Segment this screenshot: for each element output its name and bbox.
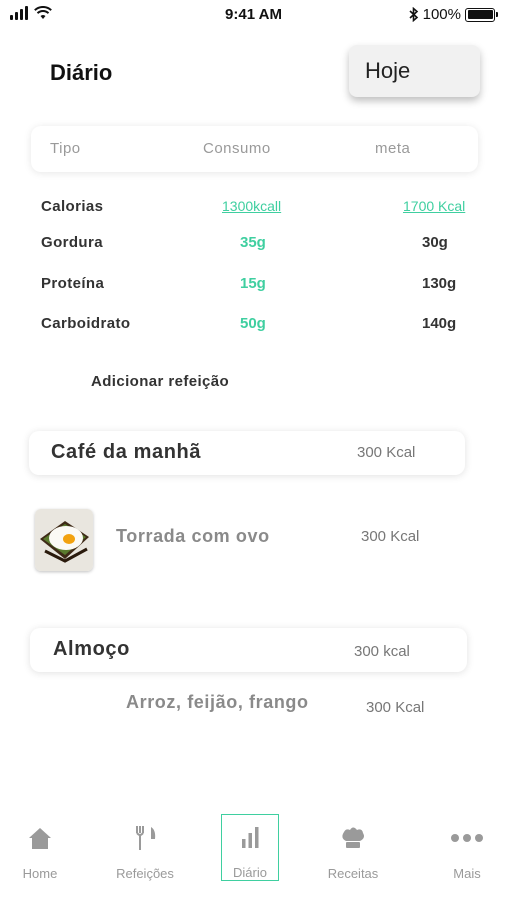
column-goal: meta	[375, 140, 411, 157]
fork-knife-icon	[105, 824, 185, 856]
tab-recipes[interactable]: Receitas	[313, 816, 393, 882]
chef-hat-icon	[313, 824, 393, 856]
nutrient-row-fat: Gordura 35g 30g	[0, 234, 507, 258]
tab-more[interactable]: Mais	[427, 816, 507, 882]
food-item-name[interactable]: Arroz, feijão, frango	[126, 692, 309, 713]
meal-name: Café da manhã	[51, 441, 202, 463]
tab-meals[interactable]: Refeições	[105, 816, 185, 882]
bluetooth-icon	[409, 7, 418, 22]
tab-label: Receitas	[327, 866, 379, 881]
status-bar: 9:41 AM 100%	[0, 0, 507, 30]
page-title: Diário	[50, 60, 113, 85]
summary-header: Tipo Consumo meta	[31, 126, 478, 172]
toast-egg-photo	[35, 509, 93, 571]
nutrient-label: Gordura	[41, 234, 103, 251]
status-right: 100%	[409, 6, 498, 23]
food-item-kcal: 300 Kcal	[361, 528, 420, 545]
home-icon	[0, 824, 80, 856]
carbs-goal: 140g	[422, 315, 457, 332]
meal-card-lunch[interactable]: Almoço 300 kcal	[30, 628, 467, 672]
food-item-name[interactable]: Torrada com ovo	[116, 526, 270, 547]
tab-label: Mais	[453, 866, 481, 881]
nutrient-label: Calorias	[41, 198, 104, 215]
battery-icon	[465, 7, 498, 22]
nutrient-row-carbs: Carboidrato 50g 140g	[0, 315, 507, 339]
meal-name: Almoço	[53, 638, 130, 660]
tab-home[interactable]: Home	[0, 816, 80, 882]
carbs-consumed: 50g	[240, 315, 266, 332]
meal-kcal: 300 Kcal	[357, 444, 416, 461]
protein-goal: 130g	[422, 275, 457, 292]
date-selector[interactable]: Hoje	[349, 45, 480, 97]
calories-consumed-link[interactable]: 1300kcall	[222, 198, 281, 214]
food-item-kcal: 300 Kcal	[366, 699, 425, 716]
tab-label: Diário	[233, 865, 267, 880]
fat-consumed: 35g	[240, 234, 266, 251]
column-type: Tipo	[50, 140, 81, 157]
fat-goal: 30g	[422, 234, 448, 251]
tab-label: Refeições	[116, 866, 174, 881]
meal-kcal: 300 kcal	[354, 643, 410, 660]
nutrient-row-protein: Proteína 15g 130g	[0, 275, 507, 299]
add-meal-button[interactable]: Adicionar refeição	[91, 373, 229, 390]
nutrient-label: Proteína	[41, 275, 105, 292]
nutrient-row-calories: Calorias 1300kcall 1700 Kcal	[0, 198, 507, 222]
meal-card-breakfast[interactable]: Café da manhã 300 Kcal	[29, 431, 465, 475]
tab-label: Home	[22, 866, 58, 881]
more-dots-icon	[427, 824, 507, 856]
tab-diary[interactable]: Diário	[221, 814, 279, 881]
column-consumption: Consumo	[203, 140, 271, 157]
nutrient-label: Carboidrato	[41, 315, 131, 332]
protein-consumed: 15g	[240, 275, 266, 292]
battery-percent: 100%	[422, 6, 461, 23]
bottom-tab-bar: Home Refeições Diário Receitas Mais	[0, 800, 507, 900]
calories-goal-link[interactable]: 1700 Kcal	[403, 198, 465, 214]
battery-fill	[467, 10, 493, 19]
bar-chart-icon	[222, 823, 278, 855]
